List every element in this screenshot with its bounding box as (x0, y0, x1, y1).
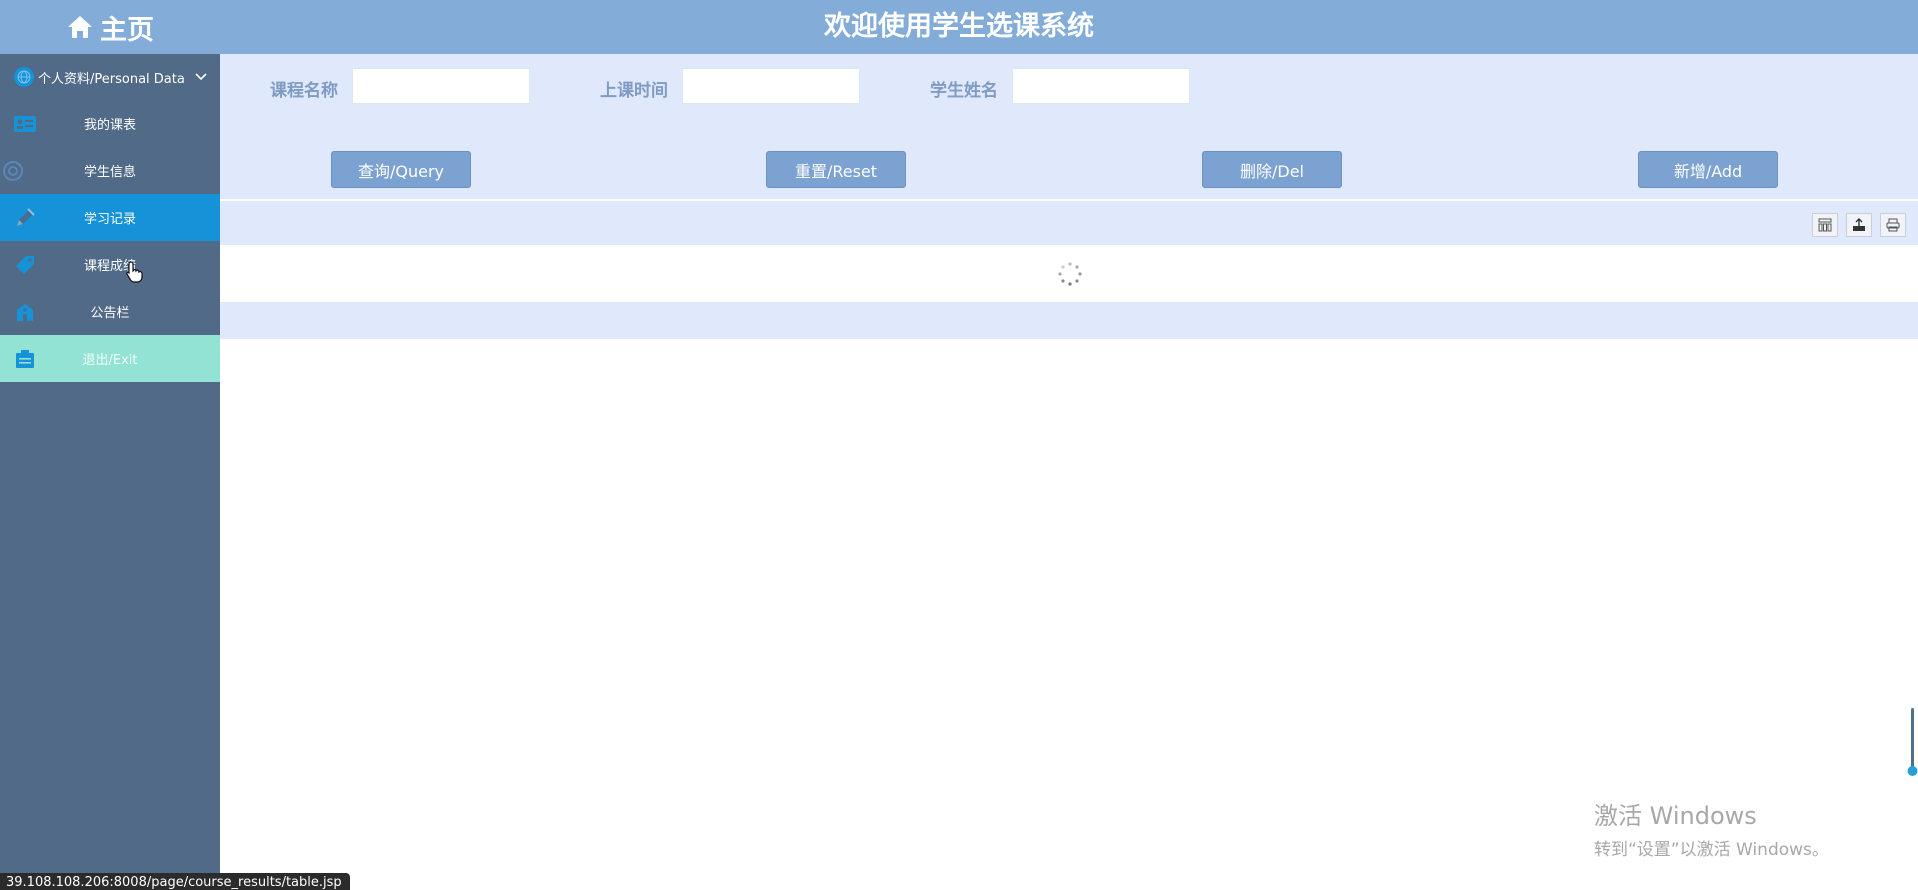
sidebar-item-exit[interactable]: 退出/Exit (0, 335, 220, 382)
sidebar-item-label: 学生信息 (83, 165, 136, 180)
sidebar-item-study-records[interactable]: 学习记录 (0, 194, 220, 241)
tag-icon (14, 254, 36, 276)
print-button[interactable] (1880, 213, 1906, 237)
export-button[interactable] (1846, 213, 1872, 237)
sidebar-item-student-info[interactable]: 学生信息 (0, 147, 220, 194)
windows-activation-watermark: 激活 Windows 转到“设置”以激活 Windows。 (1594, 796, 1829, 860)
top-header: 欢迎使用学生选课系统 (220, 0, 1918, 54)
sidebar: 主页 个人资料/Personal Data 我的课表 学生信息 学习记录 课程成… (0, 0, 220, 890)
class-time-input[interactable] (682, 68, 860, 104)
student-name-input[interactable] (1012, 68, 1190, 104)
sidebar-item-my-schedule[interactable]: 我的课表 (0, 100, 220, 147)
id-card-icon (14, 113, 36, 135)
settings-icon (2, 160, 24, 182)
exit-icon (14, 348, 36, 370)
add-button[interactable]: 新增/Add (1638, 151, 1778, 188)
columns-icon (1818, 218, 1832, 232)
logo-text: 主页 (100, 14, 154, 46)
columns-toggle-button[interactable] (1812, 213, 1838, 237)
pencil-icon (14, 207, 36, 229)
home-link[interactable]: 主页 (0, 0, 220, 54)
loading-spinner-icon (1058, 262, 1082, 286)
sidebar-item-label: 退出/Exit (82, 353, 138, 368)
print-icon (1886, 218, 1900, 232)
query-button[interactable]: 查询/Query (331, 151, 471, 188)
browser-status-url: 39.108.108.206:8008/page/course_results/… (0, 873, 350, 890)
class-time-label: 上课时间 (600, 81, 668, 101)
scroll-thermometer-icon[interactable] (1906, 708, 1918, 778)
watermark-subtitle: 转到“设置”以激活 Windows。 (1594, 840, 1829, 860)
course-name-input[interactable] (352, 68, 530, 104)
home-icon (68, 16, 92, 38)
sidebar-item-label: 公告栏 (90, 306, 130, 321)
sidebar-item-label: 我的课表 (83, 118, 136, 133)
export-icon (1853, 218, 1865, 231)
chevron-down-icon (195, 70, 207, 85)
delete-button[interactable]: 删除/Del (1202, 151, 1342, 188)
hand-cursor-icon (126, 261, 143, 283)
student-name-label: 学生姓名 (930, 81, 998, 101)
search-panel: 课程名称 上课时间 学生姓名 查询/Query 重置/Reset 删除/Del … (220, 54, 1918, 199)
course-name-label: 课程名称 (270, 81, 338, 101)
sidebar-profile-menu[interactable]: 个人资料/Personal Data (0, 54, 220, 100)
profile-label: 个人资料/Personal Data (38, 71, 185, 87)
sidebar-item-label: 学习记录 (83, 212, 136, 227)
page-title: 欢迎使用学生选课系统 (824, 11, 1094, 42)
globe-icon (14, 67, 34, 87)
sidebar-item-bulletin[interactable]: 公告栏 (0, 288, 220, 335)
table-toolbar (220, 199, 1918, 245)
reset-button[interactable]: 重置/Reset (766, 151, 906, 188)
watermark-title: 激活 Windows (1594, 802, 1757, 830)
sidebar-item-course-grades[interactable]: 课程成绩 (0, 241, 220, 288)
building-icon (14, 301, 36, 323)
data-table-body (220, 245, 1918, 302)
table-pagination-bar (220, 302, 1918, 339)
